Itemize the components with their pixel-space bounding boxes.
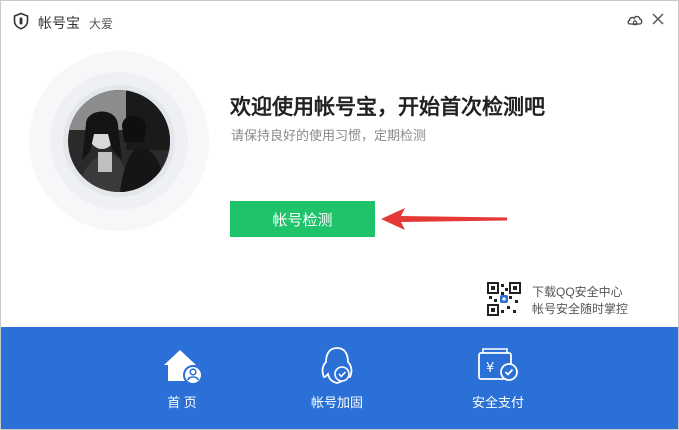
avatar[interactable]: [68, 90, 170, 192]
nav-item-home[interactable]: 首 页: [122, 327, 242, 429]
app-title: 帐号宝: [38, 15, 80, 31]
account-check-button[interactable]: 帐号检测: [230, 201, 375, 237]
nav-label-home: 首 页: [167, 395, 197, 410]
wallet-check-icon: ¥: [478, 348, 518, 381]
promo-line-download[interactable]: 下载QQ安全中心: [532, 283, 623, 300]
nav-label-secure-payment: 安全支付: [471, 395, 524, 410]
penguin-shield-icon: [321, 347, 353, 384]
avatar-photo: [68, 90, 170, 192]
nav-item-secure-payment[interactable]: ¥ 安全支付: [438, 327, 558, 429]
app-window: 帐号宝 大爱 欢迎使用帐号宝，开始首次检测吧 请保持良好的使用习惯，定期检测 帐…: [0, 0, 679, 430]
nav-label-account-hardening: 帐号加固: [310, 395, 363, 410]
user-name: 大爱: [89, 17, 114, 31]
home-user-icon: [164, 350, 203, 385]
red-arrow-icon: [381, 208, 507, 230]
bottom-nav: 首 页 帐号加固 ¥ 安全支付: [1, 327, 678, 429]
close-icon[interactable]: [651, 12, 665, 26]
nav-item-account-hardening[interactable]: 帐号加固: [277, 327, 397, 429]
shield-icon: [13, 12, 29, 30]
qr-code-icon[interactable]: [487, 282, 521, 316]
cloud-shirt-icon[interactable]: [626, 11, 644, 29]
svg-text:¥: ¥: [486, 361, 494, 376]
promo-line-control: 帐号安全随时掌控: [532, 302, 629, 316]
welcome-headline: 欢迎使用帐号宝，开始首次检测吧: [230, 96, 545, 119]
title-bar: 帐号宝 大爱: [1, 1, 678, 39]
welcome-subline: 请保持良好的使用习惯，定期检测: [231, 128, 427, 143]
